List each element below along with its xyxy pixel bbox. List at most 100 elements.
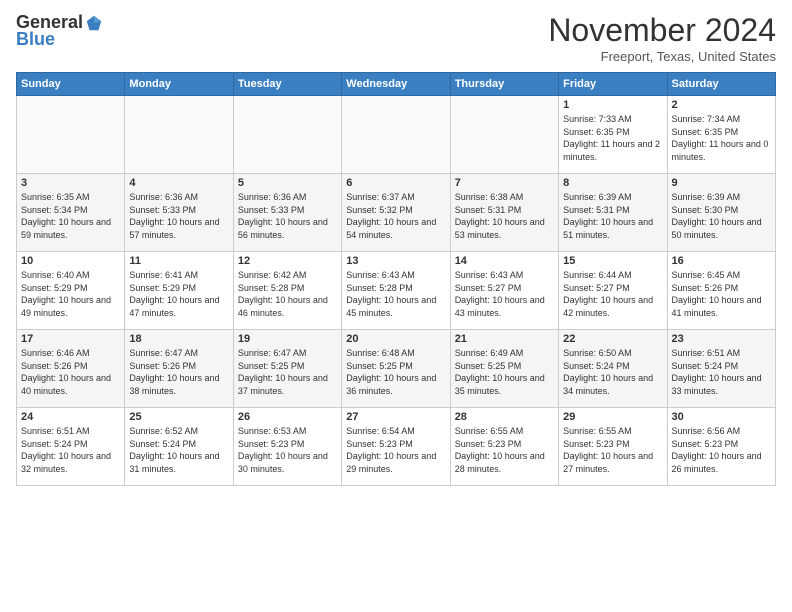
day-cell <box>342 96 450 174</box>
day-info: Sunrise: 6:39 AMSunset: 5:31 PMDaylight:… <box>563 191 662 241</box>
day-cell: 3 Sunrise: 6:35 AMSunset: 5:34 PMDaylight… <box>17 174 125 252</box>
day-number: 24 <box>21 411 120 423</box>
day-info: Sunrise: 6:51 AMSunset: 5:24 PMDaylight:… <box>672 347 771 397</box>
day-info: Sunrise: 6:39 AMSunset: 5:30 PMDaylight:… <box>672 191 771 241</box>
page-container: General Blue November 2024 Freeport, Tex… <box>0 0 792 494</box>
day-number: 28 <box>455 411 554 423</box>
day-cell <box>125 96 233 174</box>
day-cell: 2 Sunrise: 7:34 AMSunset: 6:35 PMDaylight… <box>667 96 775 174</box>
day-info: Sunrise: 7:34 AMSunset: 6:35 PMDaylight:… <box>672 113 771 163</box>
day-number: 5 <box>238 177 337 189</box>
day-number: 11 <box>129 255 228 267</box>
day-cell: 7Sunrise: 6:38 AMSunset: 5:31 PMDaylight… <box>450 174 558 252</box>
weekday-header-friday: Friday <box>559 73 667 96</box>
day-number: 3 <box>21 177 120 189</box>
day-number: 16 <box>672 255 771 267</box>
week-row-4: 17Sunrise: 6:46 AMSunset: 5:26 PMDayligh… <box>17 330 776 408</box>
day-info: Sunrise: 6:50 AMSunset: 5:24 PMDaylight:… <box>563 347 662 397</box>
weekday-header-monday: Monday <box>125 73 233 96</box>
day-cell <box>450 96 558 174</box>
day-info: Sunrise: 6:52 AMSunset: 5:24 PMDaylight:… <box>129 425 228 475</box>
logo-icon <box>85 14 103 32</box>
day-cell: 20Sunrise: 6:48 AMSunset: 5:25 PMDayligh… <box>342 330 450 408</box>
day-cell: 22 Sunrise: 6:50 AMSunset: 5:24 PMDayligh… <box>559 330 667 408</box>
day-info: Sunrise: 6:54 AMSunset: 5:23 PMDaylight:… <box>346 425 445 475</box>
day-number: 4 <box>129 177 228 189</box>
day-number: 19 <box>238 333 337 345</box>
day-number: 12 <box>238 255 337 267</box>
day-cell: 4Sunrise: 6:36 AMSunset: 5:33 PMDaylight… <box>125 174 233 252</box>
day-number: 29 <box>563 411 662 423</box>
day-cell: 5 Sunrise: 6:36 AMSunset: 5:33 PMDaylight… <box>233 174 341 252</box>
day-number: 21 <box>455 333 554 345</box>
day-info: Sunrise: 6:43 AMSunset: 5:27 PMDaylight:… <box>455 269 554 319</box>
week-row-2: 3 Sunrise: 6:35 AMSunset: 5:34 PMDaylight… <box>17 174 776 252</box>
day-cell: 11 Sunrise: 6:41 AMSunset: 5:29 PMDayligh… <box>125 252 233 330</box>
day-cell: 27 Sunrise: 6:54 AMSunset: 5:23 PMDayligh… <box>342 408 450 486</box>
day-number: 25 <box>129 411 228 423</box>
day-cell: 23Sunrise: 6:51 AMSunset: 5:24 PMDayligh… <box>667 330 775 408</box>
day-info: Sunrise: 7:33 AMSunset: 6:35 PMDaylight:… <box>563 113 662 163</box>
day-info: Sunrise: 6:37 AMSunset: 5:32 PMDaylight:… <box>346 191 445 241</box>
day-cell: 9 Sunrise: 6:39 AMSunset: 5:30 PMDaylight… <box>667 174 775 252</box>
day-info: Sunrise: 6:55 AMSunset: 5:23 PMDaylight:… <box>455 425 554 475</box>
day-number: 27 <box>346 411 445 423</box>
day-cell <box>17 96 125 174</box>
day-info: Sunrise: 6:45 AMSunset: 5:26 PMDaylight:… <box>672 269 771 319</box>
day-number: 1 <box>563 99 662 111</box>
day-number: 26 <box>238 411 337 423</box>
day-cell: 25 Sunrise: 6:52 AMSunset: 5:24 PMDayligh… <box>125 408 233 486</box>
weekday-header-saturday: Saturday <box>667 73 775 96</box>
weekday-header-tuesday: Tuesday <box>233 73 341 96</box>
weekday-header-sunday: Sunday <box>17 73 125 96</box>
weekday-header-wednesday: Wednesday <box>342 73 450 96</box>
day-info: Sunrise: 6:42 AMSunset: 5:28 PMDaylight:… <box>238 269 337 319</box>
day-number: 10 <box>21 255 120 267</box>
day-cell: 16 Sunrise: 6:45 AMSunset: 5:26 PMDayligh… <box>667 252 775 330</box>
day-cell: 10 Sunrise: 6:40 AMSunset: 5:29 PMDayligh… <box>17 252 125 330</box>
location: Freeport, Texas, United States <box>548 49 776 64</box>
weekday-header-thursday: Thursday <box>450 73 558 96</box>
month-title: November 2024 <box>548 12 776 49</box>
day-number: 17 <box>21 333 120 345</box>
day-number: 15 <box>563 255 662 267</box>
day-cell: 14 Sunrise: 6:43 AMSunset: 5:27 PMDayligh… <box>450 252 558 330</box>
day-cell: 18Sunrise: 6:47 AMSunset: 5:26 PMDayligh… <box>125 330 233 408</box>
day-cell: 19 Sunrise: 6:47 AMSunset: 5:25 PMDayligh… <box>233 330 341 408</box>
day-info: Sunrise: 6:49 AMSunset: 5:25 PMDaylight:… <box>455 347 554 397</box>
day-info: Sunrise: 6:56 AMSunset: 5:23 PMDaylight:… <box>672 425 771 475</box>
day-cell: 17Sunrise: 6:46 AMSunset: 5:26 PMDayligh… <box>17 330 125 408</box>
day-info: Sunrise: 6:41 AMSunset: 5:29 PMDaylight:… <box>129 269 228 319</box>
day-cell: 1 Sunrise: 7:33 AMSunset: 6:35 PMDaylight… <box>559 96 667 174</box>
day-number: 30 <box>672 411 771 423</box>
day-cell: 26Sunrise: 6:53 AMSunset: 5:23 PMDayligh… <box>233 408 341 486</box>
day-number: 7 <box>455 177 554 189</box>
day-info: Sunrise: 6:48 AMSunset: 5:25 PMDaylight:… <box>346 347 445 397</box>
day-info: Sunrise: 6:51 AMSunset: 5:24 PMDaylight:… <box>21 425 120 475</box>
day-cell: 12 Sunrise: 6:42 AMSunset: 5:28 PMDayligh… <box>233 252 341 330</box>
day-info: Sunrise: 6:47 AMSunset: 5:25 PMDaylight:… <box>238 347 337 397</box>
page-header: General Blue November 2024 Freeport, Tex… <box>16 12 776 64</box>
day-info: Sunrise: 6:35 AMSunset: 5:34 PMDaylight:… <box>21 191 120 241</box>
day-number: 22 <box>563 333 662 345</box>
day-info: Sunrise: 6:44 AMSunset: 5:27 PMDaylight:… <box>563 269 662 319</box>
day-number: 8 <box>563 177 662 189</box>
day-cell: 15 Sunrise: 6:44 AMSunset: 5:27 PMDayligh… <box>559 252 667 330</box>
day-number: 2 <box>672 99 771 111</box>
day-cell: 24 Sunrise: 6:51 AMSunset: 5:24 PMDayligh… <box>17 408 125 486</box>
day-info: Sunrise: 6:36 AMSunset: 5:33 PMDaylight:… <box>238 191 337 241</box>
logo-blue-text: Blue <box>16 29 55 50</box>
day-cell: 21 Sunrise: 6:49 AMSunset: 5:25 PMDayligh… <box>450 330 558 408</box>
day-number: 6 <box>346 177 445 189</box>
logo: General Blue <box>16 12 103 50</box>
day-number: 14 <box>455 255 554 267</box>
day-cell: 29Sunrise: 6:55 AMSunset: 5:23 PMDayligh… <box>559 408 667 486</box>
day-number: 18 <box>129 333 228 345</box>
title-area: November 2024 Freeport, Texas, United St… <box>548 12 776 64</box>
day-cell: 13Sunrise: 6:43 AMSunset: 5:28 PMDayligh… <box>342 252 450 330</box>
day-info: Sunrise: 6:40 AMSunset: 5:29 PMDaylight:… <box>21 269 120 319</box>
week-row-1: 1 Sunrise: 7:33 AMSunset: 6:35 PMDaylight… <box>17 96 776 174</box>
day-number: 9 <box>672 177 771 189</box>
day-cell: 6 Sunrise: 6:37 AMSunset: 5:32 PMDaylight… <box>342 174 450 252</box>
day-cell: 28 Sunrise: 6:55 AMSunset: 5:23 PMDayligh… <box>450 408 558 486</box>
